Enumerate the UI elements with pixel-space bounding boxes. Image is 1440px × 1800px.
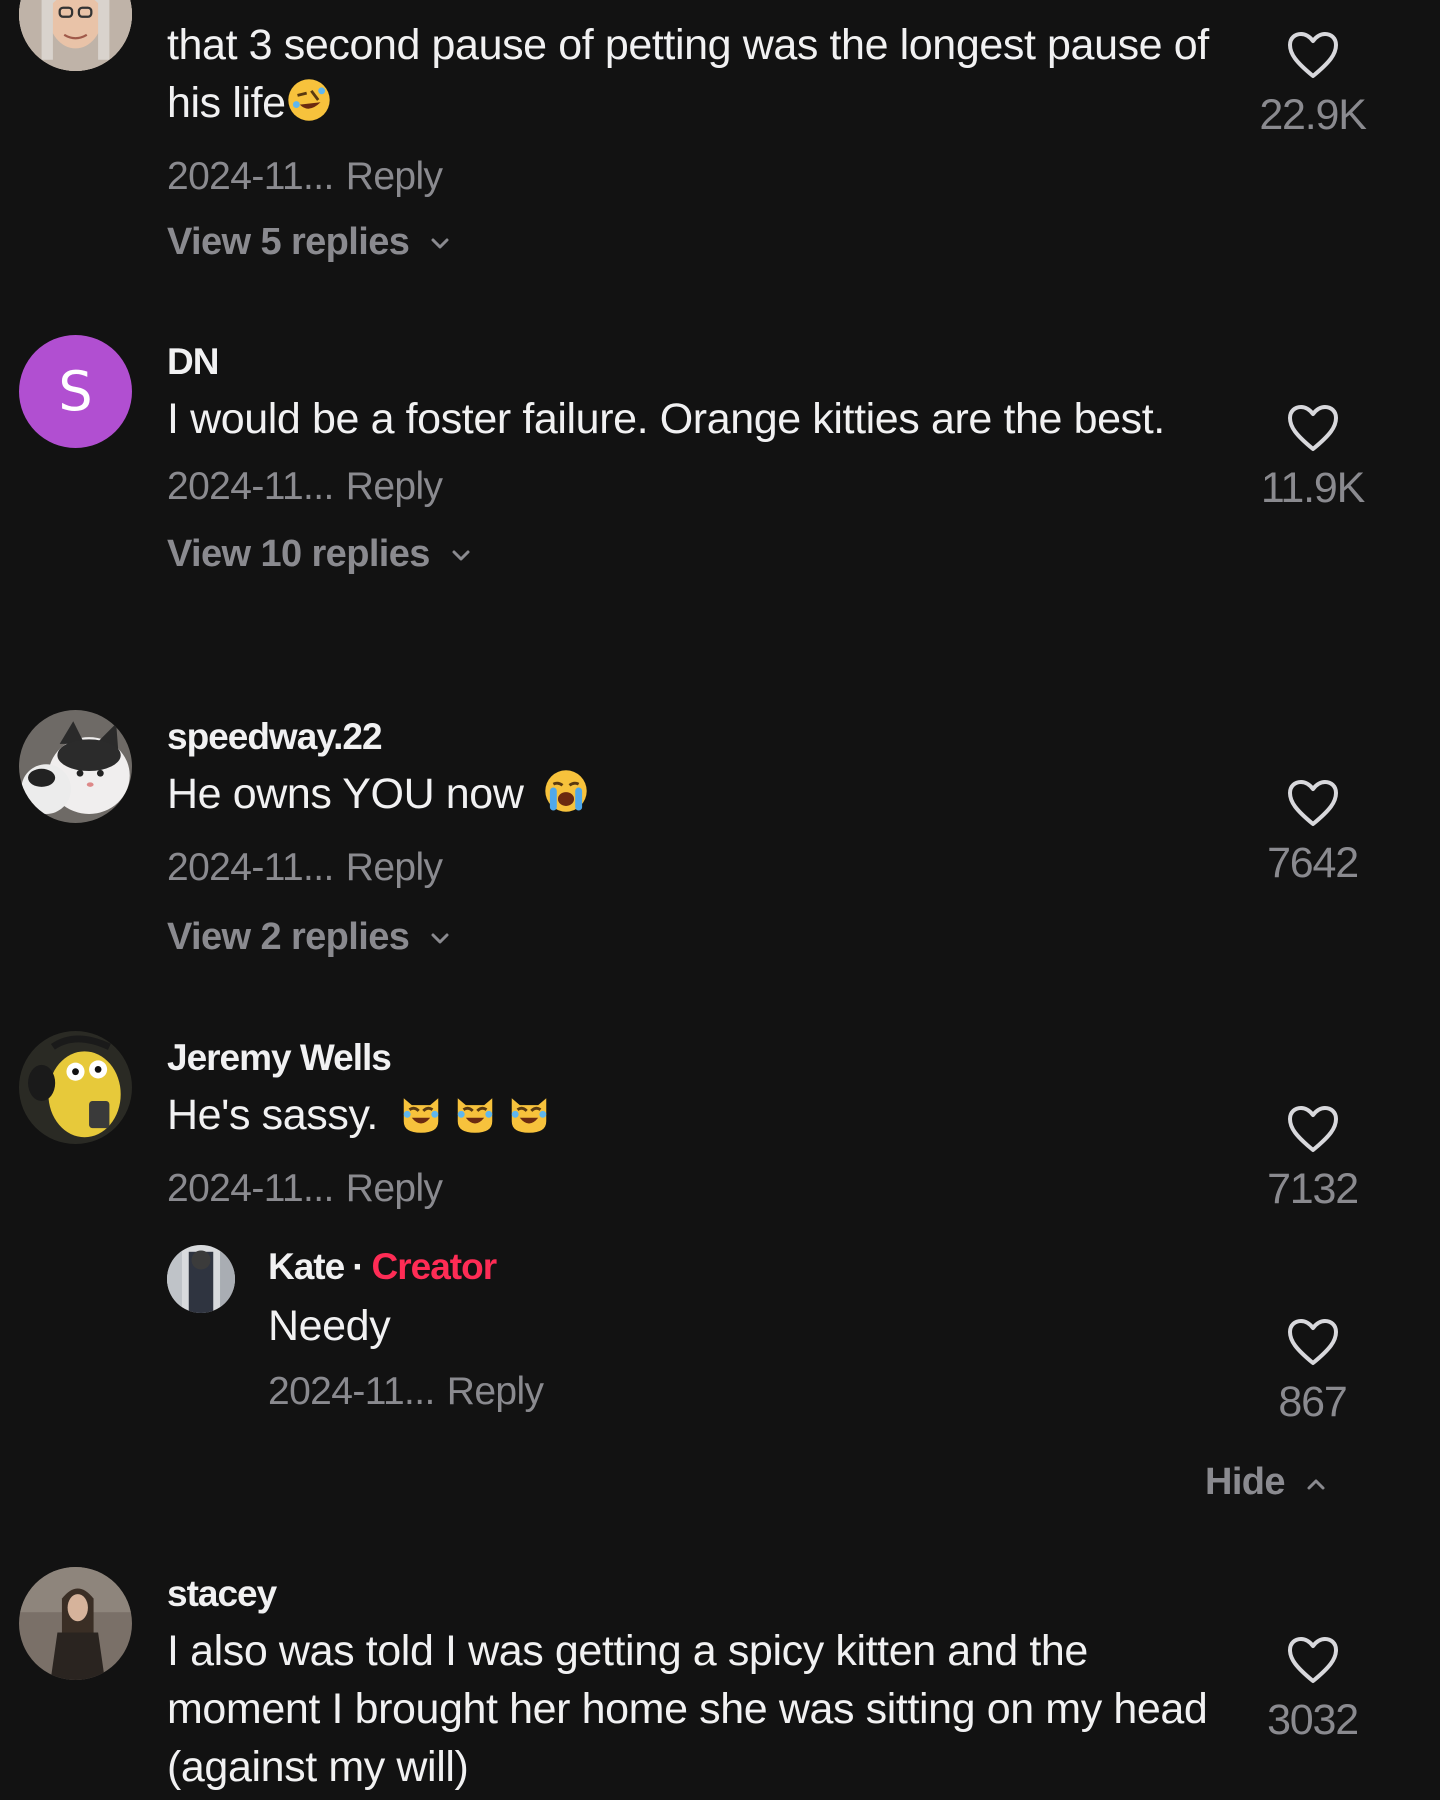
view-replies-button[interactable]: View 5 replies (167, 218, 1217, 266)
view-replies-label: View 2 replies (167, 916, 410, 958)
heart-icon[interactable] (1286, 30, 1340, 80)
reply-body: Kate · Creator Needy 2024-11... Reply (268, 1245, 1208, 1417)
reply-button[interactable]: Reply (346, 1167, 443, 1210)
comment-username[interactable]: Jeremy Wells (167, 1036, 1217, 1080)
comment-date: 2024-11... (167, 1167, 334, 1210)
cat-with-tears-of-joy-emoji (398, 1089, 444, 1150)
avatar-image (167, 1245, 235, 1313)
view-replies-button[interactable]: View 2 replies (167, 913, 1217, 961)
reply-text: Needy (268, 1302, 391, 1350)
comments-panel: that 3 second pause of petting was the l… (0, 0, 1440, 1800)
comment-text: He's sassy. (167, 1086, 1217, 1150)
reply-date: 2024-11... (268, 1370, 435, 1413)
chevron-down-icon (452, 550, 470, 561)
reply-author[interactable]: Kate (268, 1246, 345, 1287)
comment-body: speedway.22 He owns YOU now 2024-11... Re… (167, 715, 1217, 961)
hide-label: Hide (1205, 1461, 1286, 1503)
view-replies-label: View 10 replies (167, 533, 430, 575)
comment-meta: 2024-11... Reply (167, 152, 1217, 202)
reply-meta: 2024-11... Reply (268, 1367, 1208, 1417)
comment-body: that 3 second pause of petting was the l… (167, 16, 1217, 266)
heart-icon[interactable] (1286, 1317, 1340, 1367)
avatar-letter: S (58, 360, 93, 423)
like-count: 7132 (1267, 1165, 1359, 1213)
cat-with-tears-of-joy-emoji (452, 1089, 498, 1150)
chevron-up-icon (1307, 1479, 1325, 1490)
avatar-image (19, 1031, 132, 1144)
comment-text: He owns YOU now (167, 765, 1217, 829)
like-count: 867 (1278, 1378, 1347, 1426)
heart-icon[interactable] (1286, 1635, 1340, 1685)
view-replies-button[interactable]: View 10 replies (167, 530, 1217, 578)
avatar-image (19, 710, 132, 823)
like-count: 22.9K (1259, 91, 1367, 139)
like-control[interactable]: 11.9K (1240, 403, 1385, 513)
comment-date: 2024-11... (167, 846, 334, 889)
loudly-crying-face-emoji (543, 768, 589, 829)
comment-text: I also was told I was getting a spicy ki… (167, 1627, 1208, 1791)
rolling-on-floor-laughing-emoji (286, 77, 332, 138)
comment-text: that 3 second pause of petting was the l… (167, 16, 1217, 138)
heart-icon[interactable] (1286, 778, 1340, 828)
like-count: 3032 (1267, 1696, 1359, 1744)
chevron-down-icon (431, 933, 449, 944)
hide-replies-button[interactable]: Hide (1205, 1461, 1331, 1504)
cat-with-tears-of-joy-emoji (506, 1089, 552, 1150)
like-count: 11.9K (1260, 464, 1365, 512)
comment-body: stacey I also was told I was getting a s… (167, 1572, 1217, 1796)
comment-meta: 2024-11... Reply (167, 843, 1217, 893)
avatar-image (19, 0, 132, 71)
like-control[interactable]: 7642 (1240, 778, 1385, 888)
creator-badge: Creator (371, 1246, 498, 1287)
avatar[interactable] (19, 1567, 132, 1680)
like-count: 7642 (1267, 839, 1359, 887)
reply-username: Kate · Creator (268, 1245, 1208, 1289)
heart-icon[interactable] (1286, 1104, 1340, 1154)
like-control[interactable]: 867 (1240, 1317, 1385, 1427)
comment-body: Jeremy Wells He's sassy. 2024-11... Reply (167, 1036, 1217, 1214)
avatar[interactable] (167, 1245, 235, 1313)
comment-meta: 2024-11... Reply (167, 1164, 1217, 1214)
comment-date: 2024-11... (167, 155, 334, 198)
reply-button[interactable]: Reply (346, 465, 443, 508)
comment-text: I would be a foster failure. Orange kitt… (167, 395, 1165, 443)
view-replies-label: View 5 replies (167, 221, 410, 263)
like-control[interactable]: 7132 (1240, 1104, 1385, 1214)
avatar-image (19, 1567, 132, 1680)
avatar[interactable] (19, 0, 132, 71)
emoji-group (398, 1091, 552, 1139)
avatar[interactable] (19, 1031, 132, 1144)
separator-dot: · (352, 1246, 364, 1287)
reply-button[interactable]: Reply (346, 155, 443, 198)
chevron-down-icon (431, 238, 449, 249)
comment-meta: 2024-11... Reply (167, 462, 1217, 512)
avatar[interactable]: S (19, 335, 132, 448)
comment-date: 2024-11... (167, 465, 334, 508)
reply-button[interactable]: Reply (346, 846, 443, 889)
heart-icon[interactable] (1286, 403, 1340, 453)
comment-body: DN I would be a foster failure. Orange k… (167, 340, 1217, 578)
comment-username[interactable]: stacey (167, 1572, 1217, 1616)
comment-username[interactable]: DN (167, 340, 1217, 384)
like-control[interactable]: 3032 (1240, 1635, 1385, 1745)
comment-username[interactable]: speedway.22 (167, 715, 1217, 759)
reply-button[interactable]: Reply (447, 1370, 544, 1413)
avatar[interactable] (19, 710, 132, 823)
like-control[interactable]: 22.9K (1240, 30, 1385, 140)
